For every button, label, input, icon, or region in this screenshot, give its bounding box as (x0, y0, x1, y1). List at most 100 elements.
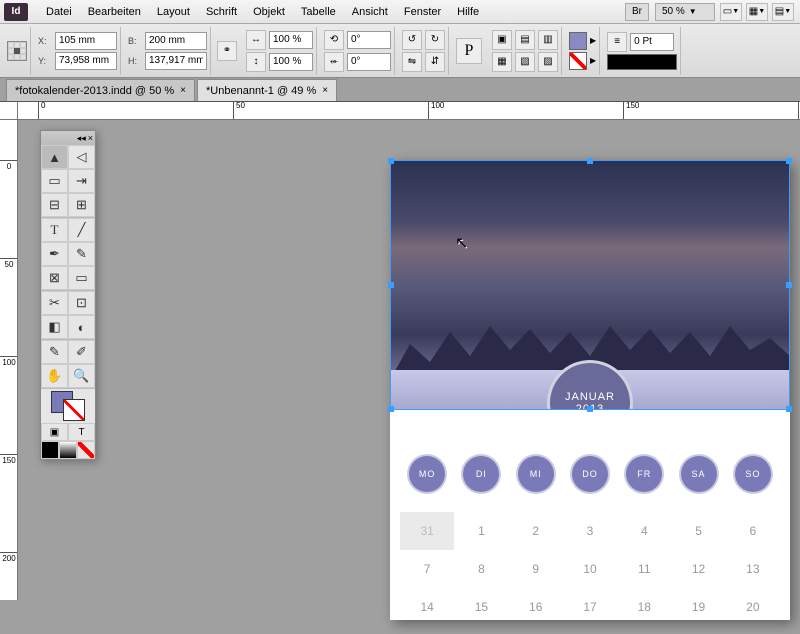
collapse-icon[interactable]: ◂◂ (77, 133, 86, 144)
calendar-photo[interactable]: JANUAR 2013 (390, 160, 790, 410)
calendar-cell: 17 (563, 588, 617, 626)
wrap-icon-6[interactable]: ▨ (538, 52, 558, 72)
gradient-swatch-tool[interactable]: ◧ (41, 315, 68, 339)
wrap-icon-1[interactable]: ▣ (492, 30, 512, 50)
rectangle-tool[interactable]: ▭ (68, 266, 95, 290)
menu-bar: Id Datei Bearbeiten Layout Schrift Objek… (0, 0, 800, 24)
calendar-cell: 13 (726, 550, 780, 588)
calendar-cell: 6 (726, 512, 780, 550)
pen-tool[interactable]: ✒ (41, 242, 68, 266)
menu-help[interactable]: Hilfe (449, 3, 487, 21)
x-position-input[interactable] (55, 32, 117, 50)
scale-y-input[interactable] (269, 53, 313, 71)
calendar-cell: 3 (563, 512, 617, 550)
menu-type[interactable]: Schrift (198, 3, 245, 21)
calendar-cell: 5 (671, 512, 725, 550)
note-tool[interactable]: ✎ (41, 340, 68, 364)
pencil-tool[interactable]: ✎ (68, 242, 95, 266)
close-tab-icon[interactable]: × (322, 85, 328, 96)
hand-tool[interactable]: ✋ (41, 364, 68, 388)
tools-panel-header[interactable]: ◂◂× (41, 131, 95, 145)
formatting-container-icon[interactable]: ▣ (41, 423, 68, 441)
paragraph-style-icon[interactable]: P (456, 38, 482, 64)
calendar-cell: 1 (454, 512, 508, 550)
gradient-feather-tool[interactable]: ◐ (68, 315, 95, 339)
weekday-circle: MO (407, 454, 447, 494)
menu-object[interactable]: Objekt (245, 3, 293, 21)
horizontal-ruler[interactable]: 0 50 100 150 200 (18, 102, 800, 120)
calendar-cell: 19 (671, 588, 725, 626)
vertical-ruler[interactable]: 0 50 100 150 200 (0, 120, 18, 600)
type-tool[interactable]: T (41, 218, 68, 242)
zoom-dropdown[interactable]: 50 %▼ (655, 3, 715, 21)
shear-input[interactable] (347, 53, 391, 71)
page-tool[interactable]: ▭ (41, 169, 68, 193)
menu-window[interactable]: Fenster (396, 3, 449, 21)
ruler-origin[interactable] (0, 102, 18, 120)
fill-swatch[interactable] (569, 32, 587, 50)
menu-edit[interactable]: Bearbeiten (80, 3, 149, 21)
zoom-tool[interactable]: 🔍 (68, 364, 95, 388)
scale-x-input[interactable] (269, 31, 313, 49)
height-input[interactable] (145, 52, 207, 70)
stroke-style-dropdown[interactable] (607, 54, 677, 70)
wrap-icon-2[interactable]: ▤ (515, 30, 535, 50)
direct-selection-tool[interactable]: ◁ (68, 145, 95, 169)
workspace-button[interactable]: ▤▼ (772, 3, 794, 21)
constrain-icon[interactable]: ⚭ (217, 41, 237, 61)
gap-tool[interactable]: ⇥ (68, 169, 95, 193)
calendar-cell: 31 (400, 512, 454, 550)
content-collector-tool[interactable]: ⊟ (41, 193, 68, 217)
menu-view[interactable]: Ansicht (344, 3, 396, 21)
year-label: 2013 (576, 403, 604, 410)
wrap-icon-4[interactable]: ▦ (492, 52, 512, 72)
reference-point[interactable] (4, 27, 31, 75)
calendar-cell: 7 (400, 550, 454, 588)
wrap-icon-3[interactable]: ▥ (538, 30, 558, 50)
screen-mode-button[interactable]: ▭▼ (720, 3, 742, 21)
content-placer-tool[interactable]: ⊞ (68, 193, 95, 217)
free-transform-tool[interactable]: ⊡ (68, 291, 95, 315)
rotate-cw-icon[interactable]: ↻ (425, 30, 445, 50)
selection-tool[interactable]: ▲ (41, 145, 68, 169)
eyedropper-tool[interactable]: ✐ (68, 340, 95, 364)
apply-color-icon[interactable] (41, 441, 59, 459)
calendar-cell: 8 (454, 550, 508, 588)
apply-gradient-icon[interactable] (59, 441, 77, 459)
bridge-button[interactable]: Br (625, 3, 649, 21)
y-position-input[interactable] (55, 52, 117, 70)
calendar-grid: 31 1 2 3 4 5 6 7 8 9 10 11 12 13 14 15 1… (390, 504, 790, 634)
weekday-circle: DO (570, 454, 610, 494)
flip-h-icon[interactable]: ⇋ (402, 52, 422, 72)
menu-file[interactable]: Datei (38, 3, 80, 21)
menu-layout[interactable]: Layout (149, 3, 198, 21)
rectangle-frame-tool[interactable]: ⊠ (41, 266, 68, 290)
rotate-input[interactable] (347, 31, 391, 49)
formatting-text-icon[interactable]: T (68, 423, 95, 441)
stroke-swatch[interactable] (569, 52, 587, 70)
document-tab-1[interactable]: *fotokalender-2013.indd @ 50 %× (6, 79, 195, 101)
calendar-page: JANUAR 2013 MO DI MI DO FR SA SO 31 1 2 … (390, 160, 790, 620)
wrap-icon-5[interactable]: ▧ (515, 52, 535, 72)
arrange-button[interactable]: ▦▼ (746, 3, 768, 21)
stroke-weight-input[interactable] (630, 33, 674, 51)
document-tab-2[interactable]: *Unbenannt-1 @ 49 %× (197, 79, 337, 101)
rotate-ccw-icon[interactable]: ↺ (402, 30, 422, 50)
menu-table[interactable]: Tabelle (293, 3, 344, 21)
flip-v-icon[interactable]: ⇵ (425, 52, 445, 72)
fill-stroke-swatches[interactable] (41, 389, 95, 423)
calendar-cell: 20 (726, 588, 780, 626)
line-tool[interactable]: ╱ (68, 218, 95, 242)
calendar-cell: 2 (509, 512, 563, 550)
close-tab-icon[interactable]: × (180, 85, 186, 96)
calendar-cell: 18 (617, 588, 671, 626)
close-icon[interactable]: × (88, 133, 93, 143)
weekday-circle: SO (733, 454, 773, 494)
scissors-tool[interactable]: ✂ (41, 291, 68, 315)
scale-x-icon: ↔ (246, 30, 266, 50)
width-input[interactable] (145, 32, 207, 50)
apply-none-icon[interactable] (77, 441, 95, 459)
rotate-icon: ⟲ (324, 30, 344, 50)
calendar-cell: 12 (671, 550, 725, 588)
weekday-circle: FR (624, 454, 664, 494)
